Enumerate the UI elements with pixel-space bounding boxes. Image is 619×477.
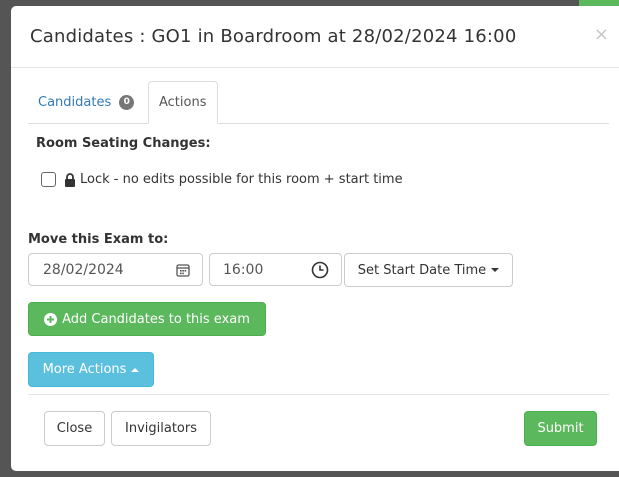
- plus-circle-icon: [44, 312, 58, 326]
- caret-down-icon: [491, 268, 500, 272]
- set-start-label: Set Start Date Time: [357, 262, 487, 278]
- invigilators-label: Invigilators: [125, 421, 197, 436]
- lock-option: Lock - no edits possible for this room +…: [41, 172, 403, 187]
- clock-icon[interactable]: [311, 261, 329, 279]
- add-candidates-label: Add Candidates to this exam: [62, 311, 250, 327]
- close-label: Close: [56, 421, 93, 436]
- close-button[interactable]: Close: [44, 411, 105, 446]
- lock-icon: [65, 172, 75, 187]
- tab-candidates-label: Candidates: [38, 94, 112, 110]
- tab-actions[interactable]: Actions: [148, 81, 218, 124]
- submit-label: Submit: [537, 421, 584, 436]
- date-value: 28/02/2024: [43, 261, 124, 278]
- footer-divider: [28, 394, 609, 395]
- move-exam-label: Move this Exam to:: [28, 232, 169, 247]
- set-start-date-time-button[interactable]: Set Start Date Time: [344, 253, 513, 287]
- tab-actions-label: Actions: [159, 95, 207, 110]
- calendar-icon[interactable]: [176, 263, 190, 277]
- date-input[interactable]: 28/02/2024: [28, 253, 203, 286]
- candidates-modal: Candidates : GO1 in Boardroom at 28/02/2…: [11, 6, 619, 471]
- caret-up-icon: [131, 367, 140, 372]
- modal-title: Candidates : GO1 in Boardroom at 28/02/2…: [30, 26, 517, 47]
- submit-button[interactable]: Submit: [524, 411, 597, 446]
- more-actions-button[interactable]: More Actions: [28, 352, 154, 387]
- time-input[interactable]: 16:00: [209, 253, 342, 286]
- invigilators-button[interactable]: Invigilators: [111, 411, 211, 446]
- close-icon[interactable]: ×: [594, 24, 609, 45]
- room-seating-label: Room Seating Changes:: [36, 136, 211, 151]
- lock-label: Lock - no edits possible for this room +…: [80, 172, 403, 187]
- more-actions-label: More Actions: [42, 362, 127, 377]
- time-value: 16:00: [223, 261, 264, 278]
- modal-header: Candidates : GO1 in Boardroom at 28/02/2…: [11, 6, 619, 68]
- lock-checkbox[interactable]: [41, 172, 56, 187]
- add-candidates-button[interactable]: Add Candidates to this exam: [28, 302, 266, 336]
- candidates-count-badge: 0: [119, 94, 135, 110]
- tab-candidates[interactable]: Candidates 0: [28, 81, 144, 123]
- tab-bar: Candidates 0 Actions: [28, 81, 609, 124]
